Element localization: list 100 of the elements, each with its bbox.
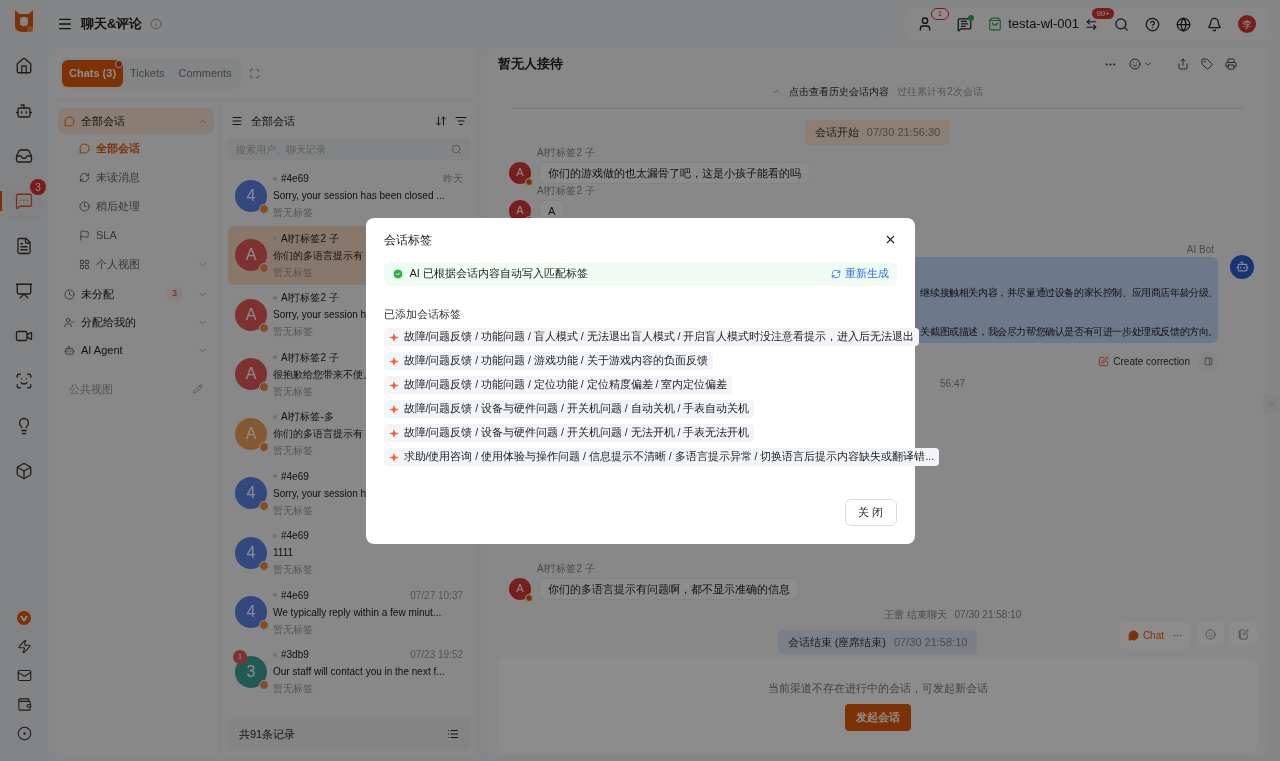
switch-icon[interactable] [1085,17,1098,31]
message-text: 关截图或描述，我会尽力帮您确认是否有可进一步处理或反馈的方向。 [920,324,1218,339]
tab[interactable]: Comments [171,60,239,87]
message-preview: 你们的多语言提示有 [273,427,363,442]
sparkle-icon [388,331,400,343]
session-label: 会话结束 (座席结束) [787,634,886,650]
nav-group[interactable]: AI Agent [58,337,214,363]
avatar: 4 [235,179,267,212]
record-count: 共91条记录 [239,726,296,742]
filter-icon[interactable] [455,115,467,127]
avatar: A [509,577,531,600]
tag-icon[interactable] [1201,58,1213,70]
message-text: 继续接触相关内容，并尽量通过设备的家长控制、应用商店年龄分级、 [920,285,1218,300]
globe-icon[interactable] [1176,16,1191,32]
chevron-badge-icon[interactable] [17,611,31,625]
chat-channel-icon [259,263,269,274]
session-time: 07/30 21:56:30 [866,125,941,140]
refresh-icon [830,268,841,279]
message-bubble: 你们的多语言提示有问题啊，都不显示准确的信息 [539,577,799,600]
create-correction-button[interactable]: Create correction [1098,354,1190,369]
face-scan-icon [15,372,33,390]
nav-item[interactable]: 全部会话 [58,134,214,163]
settings-icon[interactable] [16,726,32,741]
tab[interactable]: Chats (3) [62,60,124,87]
share-icon[interactable] [1177,58,1189,70]
avatar: 4 [235,477,267,510]
sparkle-icon [388,379,400,391]
chat-channel-icon [259,620,269,631]
avatar: A [235,358,267,391]
search-icon[interactable] [1114,16,1129,32]
history-link[interactable]: 点击查看历史会话内容 [789,84,890,99]
refresh-icon [79,172,90,183]
list-view-icon[interactable] [447,728,459,740]
contact-name: AI打标签-多 [281,410,334,425]
message-preview: We typically reply within a few minut... [273,605,442,620]
bell-icon[interactable] [1207,16,1222,32]
message-preview: 很抱歉给您带来不便。 [273,367,373,382]
nav-group[interactable]: 未分配 3 [58,281,214,307]
print-icon[interactable] [1225,58,1237,70]
list-icon [231,115,243,127]
assign-icon[interactable] [1129,58,1141,70]
switch-badge: 99+ [1092,7,1114,19]
clock-icon [79,201,90,212]
contact-name: AI打标签2 子 [281,291,339,306]
chat-icon [79,143,90,154]
check-icon [391,267,404,280]
flag-icon [79,230,90,241]
document-icon [15,237,33,255]
unread-badge: 1 [233,649,247,664]
contact-name: #4e69 [281,469,309,484]
regenerate-link[interactable]: 重新生成 [830,265,889,282]
grid-icon [79,259,90,270]
session-label: 会话开始 [814,125,859,140]
cube-icon [15,462,33,480]
close-dialog-button[interactable]: 关 闭 [845,499,897,526]
user-avatar[interactable]: 李 [1238,15,1256,33]
chat-widget-button[interactable]: Chat [1127,628,1164,643]
nav-item[interactable]: 稍后处理 [58,192,214,221]
avatar: A [235,298,267,331]
avatar: 4 [235,596,267,629]
nav-group[interactable]: 全部会话 [58,108,214,134]
count-badge: 3 [166,287,183,301]
sort-icon[interactable] [435,115,447,127]
message-icon[interactable] [957,16,973,32]
message-preview: Our staff will contact you in the next f... [273,665,445,680]
contact-name: AI打标签2 子 [281,350,339,365]
help-icon[interactable] [1145,16,1160,32]
robot-icon [15,102,33,120]
account-name[interactable]: testa-wl-001 [1008,14,1079,34]
collapse-handle[interactable] [1263,394,1279,414]
start-conversation-button[interactable]: 发起会话 [844,704,911,731]
nav-item[interactable]: 未读消息 [58,163,214,192]
bolt-icon[interactable] [16,639,32,654]
tab[interactable]: Tickets [123,60,172,87]
chat-channel-icon [259,560,269,571]
sparkle-icon [388,451,400,463]
mail-icon[interactable] [16,668,32,683]
chat-icon [1127,630,1139,641]
nav-item[interactable]: 个人视图 [58,250,214,279]
avatar: A [235,417,267,450]
chevron-down-icon[interactable] [1143,59,1153,69]
avatar: 4 [235,536,267,569]
tag-chip: 故障/问题反馈 / 功能问题 / 定位功能 / 定位精度偏差 / 室内定位偏差 [383,376,733,394]
message-preview: 你们的多语言提示有 [273,248,363,263]
chat-channel-icon [259,203,269,214]
shop-icon [988,17,1003,31]
page-title: 聊天&评论 [81,15,143,34]
contact-name: #4e69 [281,172,309,187]
nav-group[interactable]: 分配给我的 [58,309,214,335]
chat-channel-icon [259,501,269,512]
chat-title: 暂无人接待 [498,55,563,74]
contact-name: AI打标签2 子 [281,231,339,246]
tag-chip: 故障/问题反馈 / 功能问题 / 盲人模式 / 无法退出盲人模式 / 开启盲人模式时没注意看提示，进入后无法退出 [383,328,920,346]
menu-icon[interactable] [57,16,73,32]
message-preview: 1111 [273,546,294,561]
sparkle-icon [388,403,400,415]
wallet-icon[interactable] [16,697,32,712]
nav-item[interactable]: SLA [58,221,214,250]
user-icon [64,316,75,328]
smile-icon [1205,629,1216,640]
